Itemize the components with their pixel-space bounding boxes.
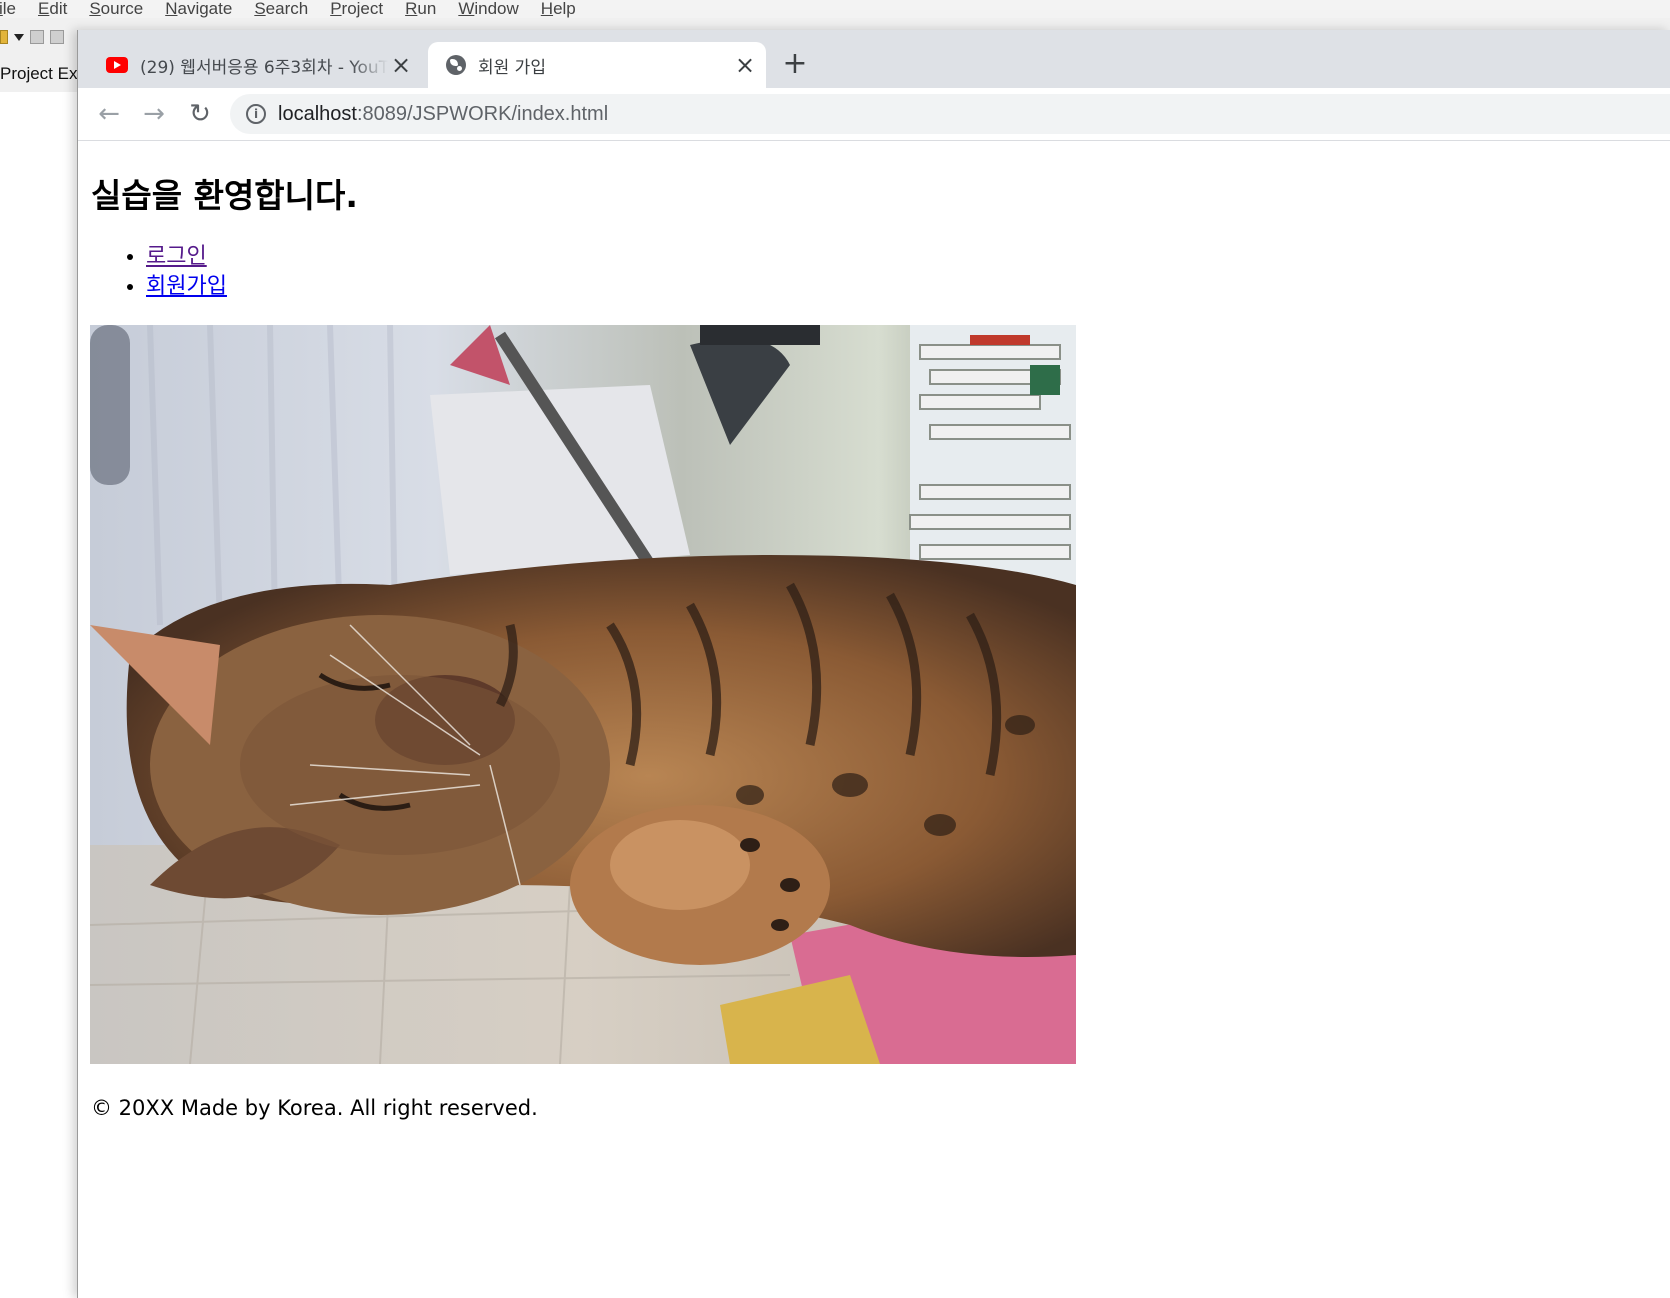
new-icon[interactable] xyxy=(0,30,8,44)
project-explorer-pane xyxy=(0,92,78,1298)
project-explorer-tab[interactable]: Project Ex xyxy=(0,64,77,84)
list-item: 로그인 xyxy=(146,242,227,272)
close-icon[interactable]: × xyxy=(388,52,414,78)
plus-icon[interactable]: + xyxy=(780,49,810,80)
globe-icon xyxy=(446,55,466,75)
url-text[interactable]: localhost:8089/JSPWORK/index.html xyxy=(278,103,608,126)
eclipse-menubar: ile Edit Source Navigate Search Project … xyxy=(0,0,1670,18)
browser-window: (29) 웹서버응용 6주3회차 - YouTube × 회원 가입 × + ←… xyxy=(77,30,1670,1298)
url-path: :8089/JSPWORK/index.html xyxy=(356,102,609,125)
eclipse-toolbar xyxy=(0,24,80,50)
tab-youtube[interactable]: (29) 웹서버응용 6주3회차 - YouTube × xyxy=(92,42,422,88)
reload-icon[interactable]: ↻ xyxy=(184,98,216,130)
close-icon[interactable]: × xyxy=(732,52,758,78)
menu-edit[interactable]: Edit xyxy=(38,0,67,18)
menu-source[interactable]: Source xyxy=(89,0,143,18)
tab-signup[interactable]: 회원 가입 × xyxy=(428,42,766,88)
dropdown-arrow-icon[interactable] xyxy=(14,33,24,41)
tab-title: (29) 웹서버응용 6주3회차 - YouTube xyxy=(140,57,388,78)
menu-project[interactable]: Project xyxy=(330,0,383,18)
tab-strip: (29) 웹서버응용 6주3회차 - YouTube × 회원 가입 × + xyxy=(78,30,1670,88)
menu-file[interactable]: ile xyxy=(0,0,16,18)
save-icon[interactable] xyxy=(30,30,44,44)
menu-help[interactable]: Help xyxy=(541,0,576,18)
footer-copyright: © 20XX Made by Korea. All right reserved… xyxy=(91,1096,538,1120)
youtube-icon xyxy=(106,57,128,73)
list-item: 회원가입 xyxy=(146,272,227,302)
page-title: 실습을 환영합니다. xyxy=(91,176,358,215)
link-list: 로그인 회원가입 xyxy=(122,242,227,302)
menu-window[interactable]: Window xyxy=(458,0,518,18)
url-host: localhost xyxy=(278,102,357,125)
address-bar[interactable]: i localhost:8089/JSPWORK/index.html xyxy=(230,94,1670,134)
info-icon[interactable]: i xyxy=(246,104,266,124)
save-all-icon[interactable] xyxy=(50,30,64,44)
arrow-left-icon[interactable]: ← xyxy=(93,98,125,130)
menu-navigate[interactable]: Navigate xyxy=(165,0,232,18)
cat-photo xyxy=(90,325,1076,1064)
browser-toolbar: ← → ↻ i localhost:8089/JSPWORK/index.htm… xyxy=(78,88,1670,141)
page-content: 실습을 환영합니다. 로그인 회원가입 xyxy=(78,142,1670,1298)
signup-link[interactable]: 회원가입 xyxy=(146,274,227,299)
login-link[interactable]: 로그인 xyxy=(146,244,207,269)
menu-run[interactable]: Run xyxy=(405,0,436,18)
menu-search[interactable]: Search xyxy=(254,0,308,18)
arrow-right-icon[interactable]: → xyxy=(138,98,170,130)
tab-title: 회원 가입 xyxy=(478,57,546,78)
